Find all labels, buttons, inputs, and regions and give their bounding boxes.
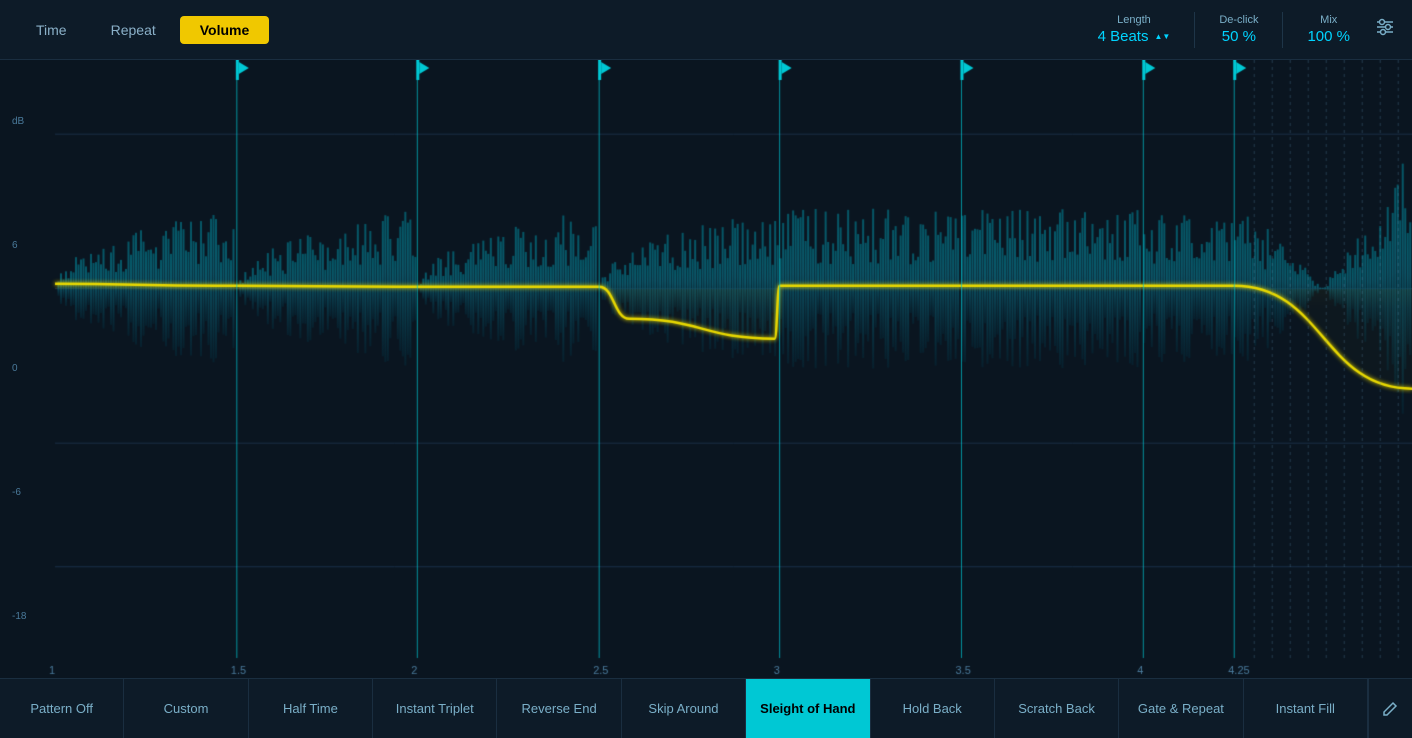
length-control: Length 4 Beats ▲▼: [1098, 14, 1171, 45]
preset-half-time[interactable]: Half Time: [249, 679, 373, 738]
preset-instant-fill[interactable]: Instant Fill: [1244, 679, 1368, 738]
header: Time Repeat Volume Length 4 Beats ▲▼ De-…: [0, 0, 1412, 60]
preset-scratch-back[interactable]: Scratch Back: [995, 679, 1119, 738]
tab-group: Time Repeat Volume: [16, 16, 269, 44]
preset-custom[interactable]: Custom: [124, 679, 248, 738]
divider-1: [1194, 12, 1195, 48]
settings-button[interactable]: [1374, 16, 1396, 43]
length-label: Length: [1117, 14, 1151, 26]
declick-label: De-click: [1219, 14, 1258, 26]
edit-button[interactable]: [1368, 679, 1412, 738]
preset-gate-repeat[interactable]: Gate & Repeat: [1119, 679, 1243, 738]
tab-time[interactable]: Time: [16, 16, 87, 44]
mix-control: Mix 100 %: [1307, 14, 1350, 45]
preset-reverse-end[interactable]: Reverse End: [497, 679, 621, 738]
length-arrows-icon: ▲▼: [1154, 33, 1170, 41]
preset-hold-back[interactable]: Hold Back: [871, 679, 995, 738]
preset-pattern-off[interactable]: Pattern Off: [0, 679, 124, 738]
tab-repeat[interactable]: Repeat: [91, 16, 176, 44]
preset-skip-around[interactable]: Skip Around: [622, 679, 746, 738]
preset-instant-triplet[interactable]: Instant Triplet: [373, 679, 497, 738]
tab-volume[interactable]: Volume: [180, 16, 270, 44]
waveform-canvas[interactable]: [0, 60, 1412, 678]
declick-control: De-click 50 %: [1219, 14, 1258, 45]
declick-value[interactable]: 50 %: [1222, 28, 1256, 45]
divider-2: [1282, 12, 1283, 48]
mix-value[interactable]: 100 %: [1307, 28, 1350, 45]
waveform-area[interactable]: dB 6 0 -6 -18: [0, 60, 1412, 678]
length-value[interactable]: 4 Beats ▲▼: [1098, 28, 1171, 45]
header-controls: Length 4 Beats ▲▼ De-click 50 % Mix 100 …: [1098, 12, 1396, 48]
sliders-icon: [1374, 16, 1396, 38]
mix-label: Mix: [1320, 14, 1337, 26]
preset-sleight-of-hand[interactable]: Sleight of Hand: [746, 679, 870, 738]
bottom-toolbar: Pattern Off Custom Half Time Instant Tri…: [0, 678, 1412, 738]
pencil-icon: [1382, 701, 1398, 717]
